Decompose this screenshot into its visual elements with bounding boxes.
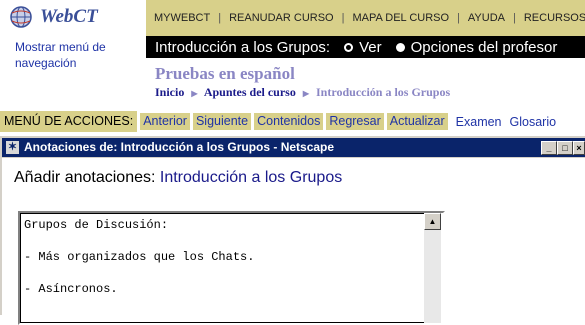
actions-menu-label: MENÚ DE ACCIONES: [0, 111, 138, 132]
breadcrumb-arrow-icon: ▶ [302, 89, 310, 98]
back-button[interactable]: Regresar [326, 113, 384, 130]
view-radio[interactable] [344, 42, 354, 52]
glossary-link[interactable]: Glosario [510, 115, 557, 129]
add-annotations-heading: Añadir anotaciones: Introducción a los G… [14, 169, 342, 187]
add-annotations-label: Añadir anotaciones: [14, 169, 156, 186]
annotation-textarea[interactable]: Grupos de Discusión: - Más organizados q… [18, 211, 445, 325]
view-label: Ver [359, 38, 382, 56]
instructor-options-label: Opciones del profesor [410, 38, 558, 56]
nav-resources[interactable]: RECURSOS [516, 12, 585, 24]
instructor-options-radio[interactable] [395, 42, 405, 52]
breadcrumb-current: Introducción a los Grupos [316, 85, 451, 99]
globe-icon [10, 6, 32, 28]
breadcrumb-home[interactable]: Inicio [155, 85, 184, 99]
refresh-button[interactable]: Actualizar [386, 113, 448, 130]
minimize-icon[interactable]: _ [541, 141, 557, 155]
nav-mywebct[interactable]: MYWEBCT [146, 12, 218, 24]
top-navigation: MYWEBCT | REANUDAR CURSO | MAPA DEL CURS… [146, 0, 585, 36]
exam-link[interactable]: Examen [456, 115, 502, 129]
breadcrumb-arrow-icon: ▶ [191, 89, 198, 98]
window-titlebar[interactable]: ✶ Anotaciones de: Introducción a los Gru… [2, 138, 585, 157]
breadcrumb-course-notes[interactable]: Apuntes del curso [204, 85, 296, 99]
annotation-topic: Introducción a los Grupos [159, 169, 343, 186]
next-button[interactable]: Siguiente [192, 113, 252, 130]
page-title: Pruebas en español [155, 64, 295, 83]
nav-course-map[interactable]: MAPA DEL CURSO [344, 12, 457, 24]
textarea-scrollbar[interactable]: ▲ [424, 213, 441, 323]
annotation-text[interactable]: Grupos de Discusión: - Más organizados q… [20, 213, 424, 323]
actions-menu: MENÚ DE ACCIONES: Anterior Siguiente Con… [0, 111, 585, 132]
contents-button[interactable]: Contenidos [254, 113, 324, 130]
previous-button[interactable]: Anterior [140, 113, 190, 130]
section-title: Introducción a los Grupos: [155, 38, 331, 56]
show-navigation-link[interactable]: Mostrar menú de navegación [15, 39, 140, 71]
nav-resume-course[interactable]: REANUDAR CURSO [221, 12, 342, 24]
view-mode-bar: Introducción a los Grupos: Ver Opciones … [146, 36, 585, 58]
scroll-up-arrow-icon[interactable]: ▲ [424, 213, 441, 230]
breadcrumb: Inicio ▶ Apuntes del curso ▶ Introducció… [155, 85, 450, 100]
nav-help[interactable]: AYUDA [460, 12, 513, 24]
window-title: Anotaciones de: Introducción a los Grupo… [24, 140, 335, 154]
maximize-icon[interactable]: □ [557, 141, 573, 155]
netscape-icon: ✶ [6, 141, 19, 154]
logo-text: WebCT [40, 6, 98, 27]
close-icon[interactable]: × [573, 141, 585, 155]
